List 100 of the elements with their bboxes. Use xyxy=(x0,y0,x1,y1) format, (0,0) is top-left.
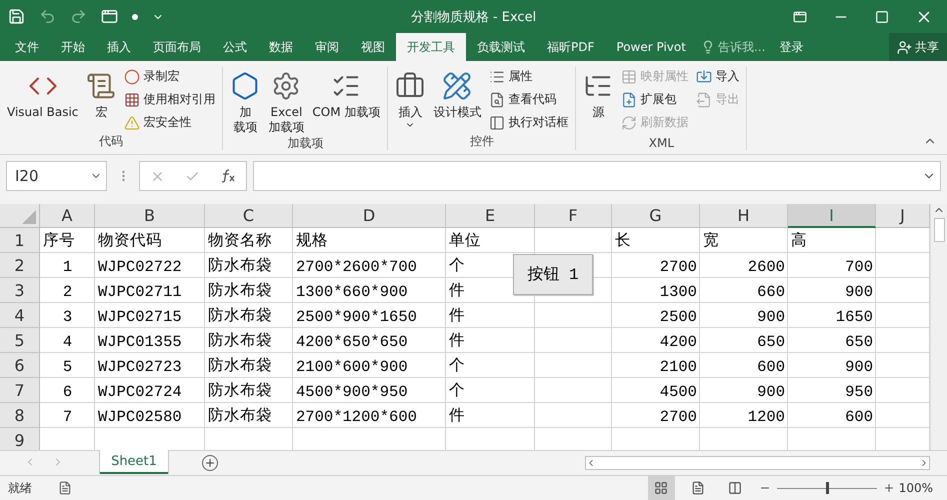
row-header[interactable]: 7 xyxy=(0,378,40,403)
table-cell-text: 序号 xyxy=(42,231,76,252)
macro-scroll-icon xyxy=(86,71,116,101)
ribbon-tab[interactable]: 负载测试 xyxy=(466,33,536,61)
table-cell-text: 1300 xyxy=(658,282,698,303)
import-icon xyxy=(696,68,712,84)
table-cell-text: 2700 xyxy=(658,407,698,428)
dot-icon[interactable] xyxy=(132,14,138,20)
column-header[interactable]: J xyxy=(876,204,930,228)
zoom-in-icon[interactable] xyxy=(882,482,895,494)
ribbon-tab[interactable]: 视图 xyxy=(350,33,396,61)
column-header[interactable]: D xyxy=(293,204,446,228)
user-add-icon xyxy=(897,40,912,54)
maximize-icon[interactable] xyxy=(875,10,889,24)
ribbon-command[interactable]: 执行对话框 xyxy=(489,113,568,132)
table-cell-text: 700 xyxy=(844,257,874,278)
dialog-icon xyxy=(489,114,506,130)
ribbon-command[interactable]: 属性 xyxy=(489,67,568,86)
table-cell-text: 2700*1200*600 xyxy=(295,407,418,428)
ribbon-command[interactable]: 扩展包 xyxy=(621,90,688,109)
ribbon-button[interactable]: COM 加载项 xyxy=(309,67,384,135)
ribbon-button[interactable]: 加 载项 xyxy=(227,67,264,135)
column-header[interactable]: C xyxy=(205,204,293,228)
row-header[interactable]: 8 xyxy=(0,403,40,428)
share-button[interactable]: 共享 xyxy=(889,33,947,61)
sheet-tab[interactable]: Sheet1 xyxy=(100,450,168,474)
table-cell-text: 1200 xyxy=(746,407,786,428)
ribbon-tab[interactable]: 文件 xyxy=(4,33,50,61)
horizontal-scrollbar[interactable] xyxy=(585,456,930,470)
sign-in-link[interactable]: 登录 xyxy=(771,33,812,61)
ribbon-command[interactable]: 查看代码 xyxy=(489,90,568,109)
ribbon-tab[interactable]: Power Pivot xyxy=(605,33,697,61)
ribbon-button[interactable]: Visual Basic xyxy=(4,67,82,133)
ribbon-tab[interactable]: 插入 xyxy=(96,33,142,61)
zoom-thumb[interactable] xyxy=(826,482,829,494)
table-cell-text: 950 xyxy=(844,382,874,403)
ribbon-button[interactable]: 源 xyxy=(580,67,616,136)
row-header[interactable]: 4 xyxy=(0,303,40,328)
table-cell-text: 个 xyxy=(448,356,466,377)
table-cell-text: 个 xyxy=(448,256,466,277)
column-header[interactable]: F xyxy=(535,204,612,228)
ribbon-button[interactable]: 设计模式 xyxy=(430,67,484,133)
ribbon-button[interactable]: 插入 xyxy=(392,67,428,133)
name-box[interactable]: I20 xyxy=(6,161,107,191)
table-cell-text: 2500*900*1650 xyxy=(295,307,418,328)
table-cell-text: 4500 xyxy=(658,382,698,403)
column-header[interactable]: E xyxy=(446,204,535,228)
ribbon-tab[interactable]: 公式 xyxy=(212,33,258,61)
table-cell-text: 2500 xyxy=(658,307,698,328)
column-header[interactable]: A xyxy=(40,204,95,228)
table-cell-text: 2700 xyxy=(658,257,698,278)
table-cell-text: WJPC02723 xyxy=(97,357,183,378)
table-cell-text: 660 xyxy=(756,282,786,303)
table-cell-text: 900 xyxy=(756,307,786,328)
save-icon[interactable] xyxy=(8,8,25,25)
column-header[interactable]: G xyxy=(612,204,700,228)
table-cell-text: 防水布袋 xyxy=(207,306,273,327)
table-cell-text: 3 xyxy=(62,307,74,328)
view-code-icon xyxy=(489,92,506,108)
table-cell-text: 防水布袋 xyxy=(207,331,273,352)
row-header[interactable]: 9 xyxy=(0,428,40,450)
column-header[interactable]: H xyxy=(700,204,788,228)
view-button[interactable] xyxy=(648,476,675,500)
ribbon-command[interactable]: 录制宏 xyxy=(124,67,216,86)
row-header[interactable]: 2 xyxy=(0,253,40,278)
ribbon-command[interactable]: 导入 xyxy=(696,67,740,86)
column-header[interactable]: I xyxy=(788,204,876,228)
ribbon-button[interactable]: Excel 加载项 xyxy=(265,67,308,135)
table-cell-text: 个 xyxy=(448,381,466,402)
table-cell-text: 1650 xyxy=(834,307,874,328)
ribbon-button[interactable]: 宏 xyxy=(83,67,120,133)
ribbon-command[interactable]: 宏安全性 xyxy=(124,113,216,132)
row-header[interactable]: 6 xyxy=(0,353,40,378)
scroll-thumb[interactable] xyxy=(934,218,944,242)
ribbon-tab[interactable]: 审阅 xyxy=(304,33,350,61)
ribbon-tab[interactable]: 数据 xyxy=(258,33,304,61)
ribbon-display-icon[interactable] xyxy=(793,10,807,24)
table-cell-text: 件 xyxy=(448,306,466,327)
formula-field[interactable] xyxy=(253,161,941,191)
table-cell-text: 4500*900*950 xyxy=(295,382,409,403)
ribbon-tab[interactable]: 开发工具 xyxy=(396,33,466,61)
table-cell-text: WJPC02724 xyxy=(97,382,183,403)
window-title: 分割物质规格 - Excel xyxy=(410,8,536,26)
column-header[interactable]: B xyxy=(95,204,205,228)
group-label: 加载项 xyxy=(287,135,324,152)
row-header[interactable]: 1 xyxy=(0,228,40,253)
table-icon xyxy=(621,68,638,84)
refresh-icon xyxy=(621,114,638,130)
ribbon-tab[interactable]: 开始 xyxy=(50,33,96,61)
add-sheet-icon[interactable] xyxy=(202,455,218,471)
form-button[interactable]: 按钮 1 xyxy=(513,254,593,295)
ribbon-command[interactable]: 使用相对引用 xyxy=(124,90,216,109)
function-icon[interactable] xyxy=(220,169,236,183)
tell-me-field[interactable]: 告诉我... xyxy=(696,33,772,61)
row-header[interactable]: 5 xyxy=(0,328,40,353)
table-cell-text: 650 xyxy=(756,332,786,353)
row-header[interactable]: 3 xyxy=(0,278,40,303)
table-cell-text: 防水布袋 xyxy=(207,356,273,377)
ribbon-tab[interactable]: 页面布局 xyxy=(142,33,212,61)
ribbon-tab[interactable]: 福昕PDF xyxy=(536,33,606,61)
